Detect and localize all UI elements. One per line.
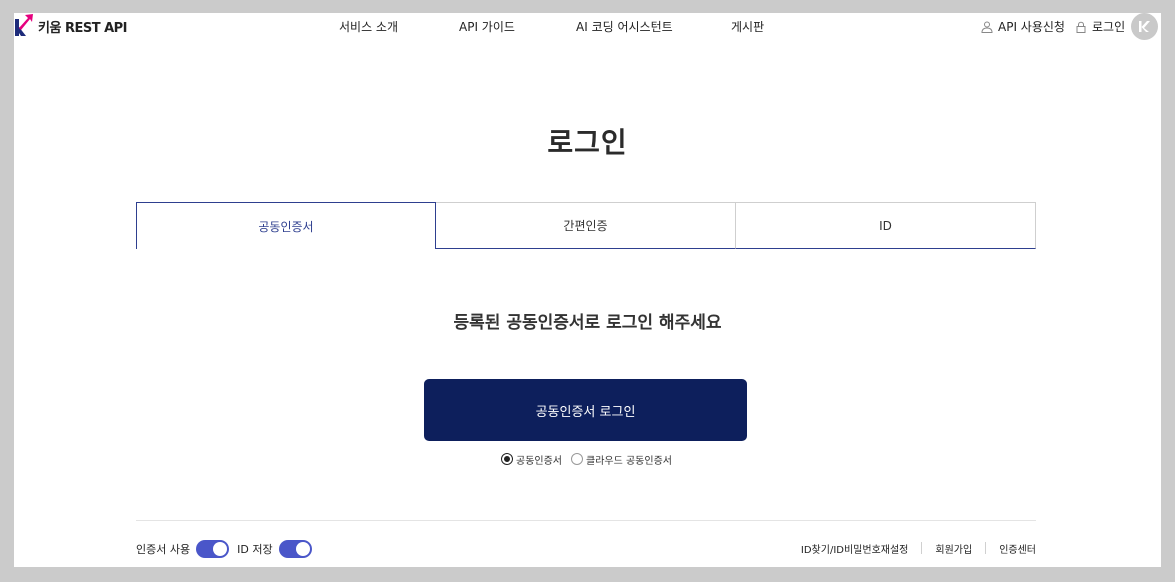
- lock-icon: [1076, 21, 1086, 33]
- login-options: 인증서 사용 ID 저장: [136, 540, 320, 558]
- toggle-knob: [213, 542, 228, 556]
- nav-api-guide[interactable]: API 가이드: [459, 18, 515, 35]
- use-certificate-toggle[interactable]: [196, 540, 230, 558]
- tab-simple-auth[interactable]: 간편인증: [436, 202, 736, 249]
- login-method-tabs: 공동인증서 간편인증 ID: [136, 202, 1036, 249]
- tab-id[interactable]: ID: [736, 202, 1036, 249]
- login-instruction: 등록된 공동인증서로 로그인 해주세요: [453, 313, 722, 333]
- kiwoom-badge-icon[interactable]: [1131, 13, 1158, 40]
- nav-service-intro[interactable]: 서비스 소개: [339, 18, 398, 35]
- page-title: 로그인: [547, 126, 628, 159]
- use-certificate-label: 인증서 사용: [136, 543, 191, 556]
- api-apply-label: API 사용신청: [998, 20, 1065, 34]
- certificate-type-options: 공동인증서 클라우드 공동인증서: [501, 451, 681, 467]
- radio-label: 클라우드 공동인증서: [586, 455, 672, 467]
- radio-unselected-icon: [571, 453, 583, 465]
- person-icon: [981, 21, 993, 33]
- footer-links: ID찾기/ID비밀번호재설정 회원가입 인증센터: [801, 540, 1036, 556]
- save-id-label: ID 저장: [237, 543, 273, 556]
- site-header: 키움 REST API 서비스 소개 API 가이드 AI 코딩 어시스턴트 게…: [14, 13, 1161, 41]
- header-login-link[interactable]: 로그인: [1075, 18, 1125, 35]
- divider: [136, 520, 1036, 521]
- radio-label: 공동인증서: [516, 455, 562, 467]
- link-separator: [985, 542, 987, 554]
- signup-link[interactable]: 회원가입: [935, 541, 972, 556]
- kiwoom-k-mark-icon: [1139, 21, 1150, 32]
- browser-viewport: 키움 REST API 서비스 소개 API 가이드 AI 코딩 어시스턴트 게…: [14, 13, 1161, 567]
- radio-joint-certificate[interactable]: 공동인증서: [501, 452, 562, 467]
- tab-joint-certificate[interactable]: 공동인증서: [136, 202, 436, 249]
- certificate-login-button[interactable]: 공동인증서 로그인: [424, 379, 747, 441]
- radio-cloud-certificate[interactable]: 클라우드 공동인증서: [571, 452, 672, 467]
- find-id-password-link[interactable]: ID찾기/ID비밀번호재설정: [801, 541, 908, 556]
- toggle-knob: [295, 542, 310, 556]
- header-login-label: 로그인: [1092, 20, 1126, 34]
- auth-center-link[interactable]: 인증센터: [999, 541, 1036, 556]
- api-apply-link[interactable]: API 사용신청: [981, 18, 1065, 35]
- nav-board[interactable]: 게시판: [731, 18, 764, 35]
- save-id-toggle[interactable]: [278, 540, 312, 558]
- radio-selected-icon: [501, 453, 513, 465]
- link-separator: [921, 542, 923, 554]
- nav-ai-coding-assistant[interactable]: AI 코딩 어시스턴트: [576, 18, 673, 35]
